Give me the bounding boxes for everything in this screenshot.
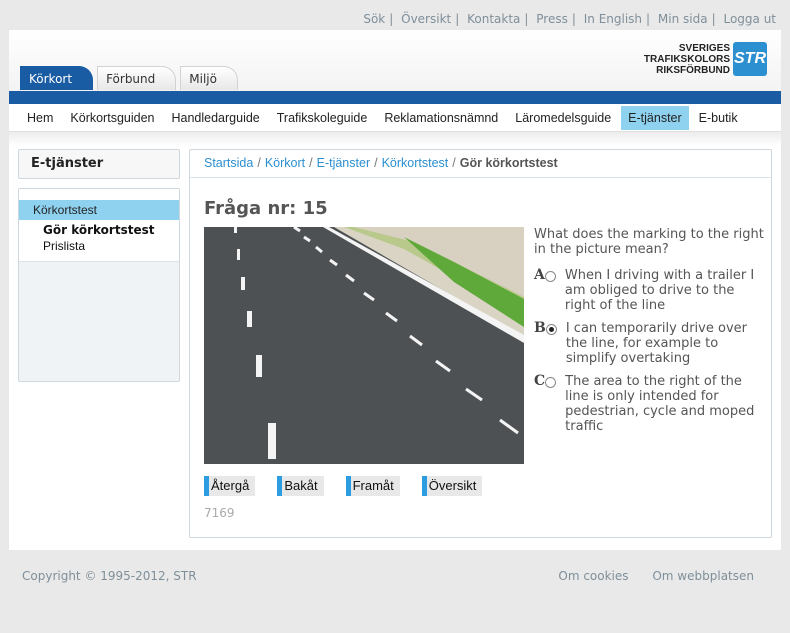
navigation-buttons: Återgå Bakåt Framåt Översikt [204, 476, 504, 496]
tab-miljo[interactable]: Miljö [180, 66, 238, 90]
nav-item-laromedelsguide[interactable]: Läromedelsguide [508, 106, 618, 130]
next-button[interactable]: Framåt [345, 476, 400, 496]
utility-nav: Sök | Översikt | Kontakta | Press | In Engli… [363, 12, 776, 26]
util-link-contact[interactable]: Kontakta [467, 12, 520, 26]
nav-item-e-tjanster[interactable]: E-tjänster [621, 105, 689, 130]
sidebar-heading: E-tjänster [18, 149, 180, 179]
header-band [9, 91, 781, 104]
main-nav: Hem Körkortsguiden Handledarguide Trafik… [9, 104, 781, 132]
radio-c[interactable] [545, 377, 557, 388]
answer-letter: B [534, 320, 546, 336]
breadcrumb: Startsida / Körkort / E-tjänster / Körkortstes… [190, 150, 771, 178]
copyright: Copyright © 1995-2012, STR [22, 569, 197, 583]
question-title: Fråga nr: 15 [204, 198, 328, 219]
util-link-overview[interactable]: Översikt [401, 12, 451, 26]
radio-a[interactable] [544, 271, 556, 282]
radio-b[interactable] [545, 324, 557, 335]
separator: | [646, 12, 651, 26]
breadcrumb-separator: / [309, 156, 313, 170]
util-link-search[interactable]: Sök [363, 12, 385, 26]
sidebar-item-prislista[interactable]: Prislista [19, 238, 179, 255]
answer-text: When I driving with a trailer I am oblig… [564, 268, 755, 313]
question-image [204, 227, 524, 464]
answer-text: I can temporarily drive over the line, f… [565, 321, 747, 366]
top-tabs: Körkort Förbund Miljö [20, 66, 242, 90]
nav-item-reklamationsnamnd[interactable]: Reklamationsnämnd [377, 106, 505, 130]
separator: | [711, 12, 716, 26]
breadcrumb-separator: / [374, 156, 378, 170]
question-text: What does the marking to the right in th… [534, 227, 764, 257]
logo-line: RIKSFÖRBUND [656, 64, 730, 76]
nav-item-e-butik[interactable]: E-butik [692, 106, 745, 130]
util-link-english[interactable]: In English [584, 12, 642, 26]
tab-forbund[interactable]: Förbund [97, 66, 177, 90]
breadcrumb-startsida[interactable]: Startsida [204, 156, 253, 170]
util-link-my-page[interactable]: Min sida [658, 12, 708, 26]
separator: | [455, 12, 460, 26]
breadcrumb-separator: / [452, 156, 456, 170]
tab-korkort[interactable]: Körkort [20, 66, 94, 90]
overview-button[interactable]: Översikt [421, 476, 483, 496]
util-link-logout[interactable]: Logga ut [723, 12, 776, 26]
sidebar-menu: Körkortstest Gör körkortstest Prislista [18, 188, 180, 382]
nav-item-trafikskoleguide[interactable]: Trafikskoleguide [270, 106, 375, 130]
breadcrumb-e-tjanster[interactable]: E-tjänster [317, 156, 371, 170]
previous-button[interactable]: Bakåt [277, 476, 324, 496]
separator: | [389, 12, 394, 26]
answer-letter: C [534, 373, 546, 389]
sidebar-item-korkortstest[interactable]: Körkortstest [19, 200, 179, 220]
nav-item-handledarguide[interactable]: Handledarguide [164, 106, 266, 130]
back-to-start-button[interactable]: Återgå [204, 476, 256, 496]
sidebar-item-gor-korkortstest[interactable]: Gör körkortstest [19, 220, 179, 238]
str-logo[interactable]: SVERIGES TRAFIKSKOLORS RIKSFÖRBUND STR [644, 42, 767, 76]
breadcrumb-separator: / [257, 156, 261, 170]
footer-link-cookies[interactable]: Om cookies [558, 569, 628, 583]
nav-item-hem[interactable]: Hem [20, 106, 60, 130]
answer-option-b[interactable]: B I can temporarily drive over the line,… [534, 320, 764, 367]
breadcrumb-current: Gör körkortstest [459, 156, 558, 170]
footer-links: Om cookies Om webbplatsen [538, 569, 754, 583]
answer-letter: A [534, 267, 545, 283]
breadcrumb-korkort[interactable]: Körkort [265, 156, 305, 170]
util-link-press[interactable]: Press [536, 12, 568, 26]
content-panel: Startsida / Körkort / E-tjänster / Körkortstes… [189, 149, 772, 538]
logo-text: SVERIGES TRAFIKSKOLORS RIKSFÖRBUND [644, 43, 730, 76]
answer-option-c[interactable]: C The area to the right of the line is o… [534, 373, 764, 435]
logo-mark: STR [733, 42, 767, 76]
question-id: 7169 [204, 506, 235, 520]
separator: | [524, 12, 529, 26]
nav-shadow [9, 132, 781, 146]
answer-text: The area to the right of the line is onl… [565, 374, 755, 434]
nav-item-korkortsguiden[interactable]: Körkortsguiden [63, 106, 161, 130]
logo-line: TRAFIKSKOLORS [643, 53, 730, 65]
footer-link-about[interactable]: Om webbplatsen [652, 569, 754, 583]
road-illustration [204, 227, 524, 464]
separator: | [571, 12, 576, 26]
page-container: Körkort Förbund Miljö SVERIGES TRAFIKSKO… [9, 30, 781, 550]
sidebar-list: Körkortstest Gör körkortstest Prislista [19, 189, 179, 262]
answer-option-a[interactable]: A When I driving with a trailer I am obl… [534, 267, 764, 314]
logo-line: SVERIGES [678, 42, 730, 54]
breadcrumb-korkortstest[interactable]: Körkortstest [382, 156, 449, 170]
